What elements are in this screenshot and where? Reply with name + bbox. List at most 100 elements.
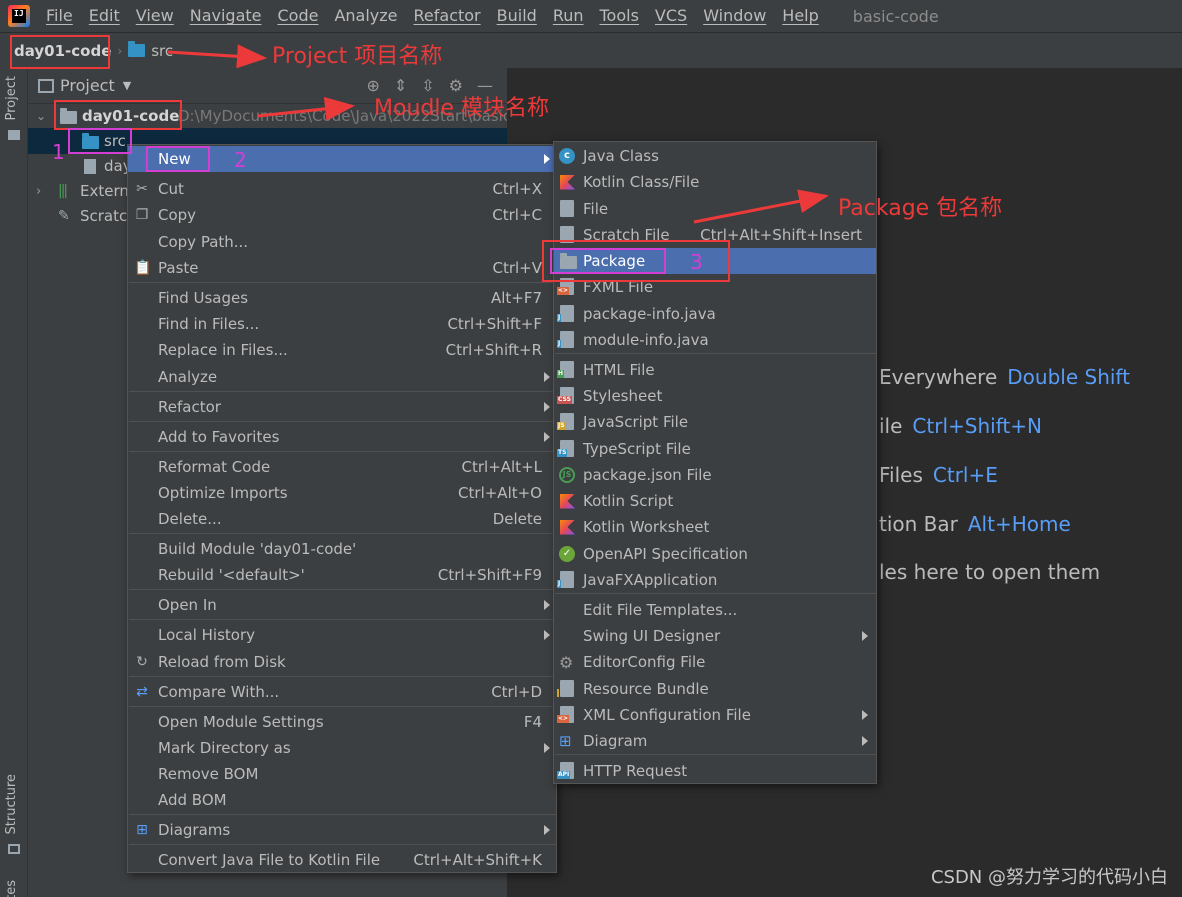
sub-html-file[interactable]: H HTML File: [554, 357, 876, 383]
java-file-icon: J: [557, 305, 574, 322]
submenu-arrow-icon: [544, 630, 550, 640]
kotlin-icon: [560, 174, 575, 190]
ctx-open-in[interactable]: Open In: [128, 592, 556, 618]
menu-navigate[interactable]: Navigate: [182, 0, 270, 32]
menu-edit[interactable]: Edit: [81, 0, 128, 32]
sub-openapi[interactable]: ✓ OpenAPI Specification: [554, 541, 876, 567]
annotation-package-label: Package 包名称: [838, 196, 1003, 221]
ctx-build-module[interactable]: Build Module 'day01-code': [128, 536, 556, 562]
scratches-icon: ✎: [58, 208, 70, 224]
sub-swing-designer[interactable]: Swing UI Designer: [554, 623, 876, 649]
sub-package-json[interactable]: JS package.json File: [554, 462, 876, 488]
sub-diagram[interactable]: ⊞ Diagram: [554, 728, 876, 754]
tool-tab-structure[interactable]: Structure: [4, 774, 19, 834]
annotation-box-project: [10, 35, 110, 69]
breadcrumb: day01-code › src: [0, 32, 1182, 68]
kotlin-worksheet-icon: [560, 519, 575, 535]
ctx-replace-in-files[interactable]: Replace in Files... Ctrl+Shift+R: [128, 337, 556, 363]
project-panel-title[interactable]: Project: [60, 76, 115, 95]
ctx-module-settings[interactable]: Open Module Settings F4: [128, 709, 556, 735]
sub-stylesheet[interactable]: CSS Stylesheet: [554, 383, 876, 409]
sub-javascript-file[interactable]: JS JavaScript File: [554, 409, 876, 435]
menu-window[interactable]: Window: [695, 0, 774, 32]
ctx-find-usages[interactable]: Find Usages Alt+F7: [128, 285, 556, 311]
dropdown-chevron-icon[interactable]: ▼: [123, 79, 131, 92]
sub-kotlin-script[interactable]: Kotlin Script: [554, 488, 876, 514]
menu-run[interactable]: Run: [545, 0, 592, 32]
ctx-cut[interactable]: ✂ Cut Ctrl+X: [128, 176, 556, 202]
submenu-arrow-icon: [544, 743, 550, 753]
ctx-convert[interactable]: Convert Java File to Kotlin File Ctrl+Alt…: [128, 847, 556, 873]
ctx-copy-path[interactable]: Copy Path...: [128, 229, 556, 255]
annotation-box-package-item: [550, 248, 666, 274]
sub-resource-bundle[interactable]: Resource Bundle: [554, 676, 876, 702]
menu-tools[interactable]: Tools: [592, 0, 647, 32]
chevron-down-icon[interactable]: ⌄: [36, 109, 46, 123]
ctx-analyze[interactable]: Analyze: [128, 364, 556, 390]
tool-tab-project[interactable]: Project: [4, 76, 19, 120]
ctx-mark-directory[interactable]: Mark Directory as: [128, 735, 556, 761]
ctx-remove-bom[interactable]: Remove BOM: [128, 761, 556, 787]
menu-code[interactable]: Code: [270, 0, 327, 32]
tool-tab-bottom[interactable]: tes: [4, 880, 19, 897]
java-file-icon: J: [557, 331, 574, 348]
menu-separator: [129, 451, 557, 452]
sub-module-info[interactable]: Jmodule-info.java: [554, 327, 876, 353]
menu-file[interactable]: File: [38, 0, 81, 32]
sub-editorconfig[interactable]: ⚙ EditorConfig File: [554, 649, 876, 675]
sub-javafx[interactable]: J JavaFXApplication: [554, 567, 876, 593]
menu-separator: [555, 754, 877, 755]
annotation-project-label: Project 项目名称: [272, 44, 443, 69]
sub-kotlin-worksheet[interactable]: Kotlin Worksheet: [554, 514, 876, 540]
menu-help[interactable]: Help: [774, 0, 826, 32]
ctx-diagrams[interactable]: ⊞ Diagrams: [128, 817, 556, 843]
sub-typescript-file[interactable]: TS TypeScript File: [554, 436, 876, 462]
annotation-box-src: [68, 128, 132, 154]
breadcrumb-src[interactable]: src: [151, 42, 173, 60]
ctx-optimize[interactable]: Optimize Imports Ctrl+Alt+O: [128, 480, 556, 506]
menu-build[interactable]: Build: [489, 0, 545, 32]
chevron-right-icon[interactable]: ›: [36, 184, 41, 199]
ctx-compare[interactable]: ⇄ Compare With... Ctrl+D: [128, 679, 556, 705]
menu-refactor[interactable]: Refactor: [406, 0, 489, 32]
menu-separator: [129, 282, 557, 283]
ts-file-icon: TS: [557, 440, 574, 457]
ctx-add-favorites[interactable]: Add to Favorites: [128, 424, 556, 450]
js-file-icon: JS: [557, 413, 574, 430]
annotation-step-2: 2: [234, 148, 247, 172]
menu-separator: [555, 593, 877, 594]
menu-separator: [129, 421, 557, 422]
annotation-module-label: Moudle 模块名称: [374, 96, 549, 121]
ctx-reload[interactable]: ↻ Reload from Disk: [128, 649, 556, 675]
ctx-rebuild[interactable]: Rebuild '<default>' Ctrl+Shift+F9: [128, 562, 556, 588]
ctx-add-bom[interactable]: Add BOM: [128, 787, 556, 813]
sub-edit-templates[interactable]: Edit File Templates...: [554, 597, 876, 623]
menu-analyze[interactable]: Analyze: [326, 0, 405, 32]
openapi-icon: ✓: [559, 546, 575, 562]
ctx-reformat[interactable]: Reformat Code Ctrl+Alt+L: [128, 454, 556, 480]
menu-view[interactable]: View: [128, 0, 182, 32]
copy-icon: ❐: [135, 207, 149, 223]
sub-file[interactable]: File: [554, 196, 876, 222]
ctx-copy[interactable]: ❐ Copy Ctrl+C: [128, 202, 556, 228]
sub-http-request[interactable]: API HTTP Request: [554, 758, 876, 784]
menubar: IJ File Edit View Navigate Code Analyze …: [0, 0, 1182, 32]
annotation-box-module: [54, 100, 182, 130]
clipboard-icon: 📋: [134, 260, 152, 276]
hint-drop-files: les here to open them: [879, 560, 1101, 584]
menu-vcs[interactable]: VCS: [647, 0, 695, 32]
ctx-find-in-files[interactable]: Find in Files... Ctrl+Shift+F: [128, 311, 556, 337]
gear-icon: ⚙: [559, 652, 574, 672]
sub-java-class[interactable]: c Java Class: [554, 143, 876, 169]
ctx-local-history[interactable]: Local History: [128, 622, 556, 648]
ctx-delete[interactable]: Delete... Delete: [128, 506, 556, 532]
ctx-refactor[interactable]: Refactor: [128, 394, 556, 420]
sub-xml-config[interactable]: <> XML Configuration File: [554, 702, 876, 728]
folder-icon: [128, 41, 146, 57]
ctx-paste[interactable]: 📋 Paste Ctrl+V: [128, 255, 556, 281]
breadcrumb-separator-icon: ›: [117, 43, 123, 58]
sub-package-info[interactable]: Jpackage-info.java: [554, 301, 876, 327]
watermark: CSDN @努力学习的代码小白: [930, 867, 1168, 888]
menu-separator: [555, 353, 877, 354]
sub-kotlin-class[interactable]: Kotlin Class/File: [554, 169, 876, 195]
